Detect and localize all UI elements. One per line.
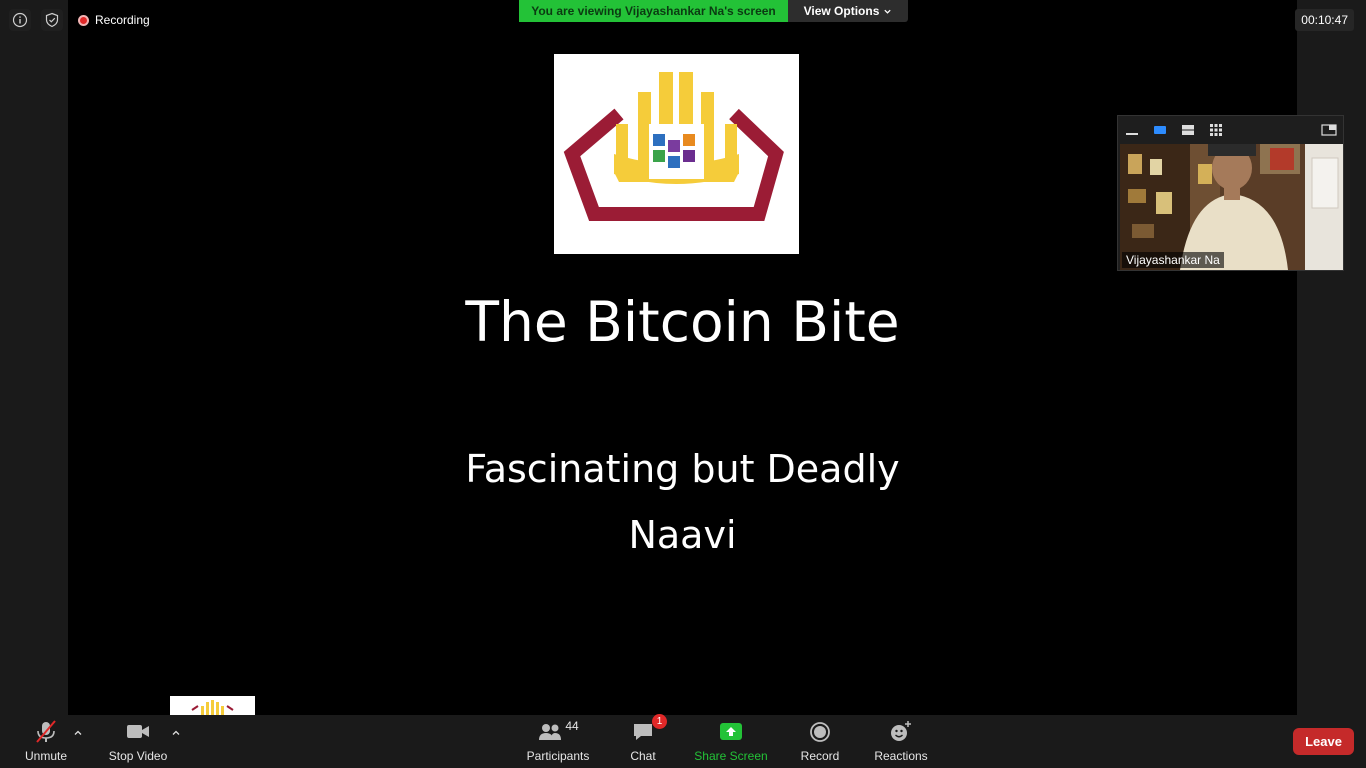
- minimize-icon: [1126, 132, 1138, 135]
- chat-label: Chat: [630, 749, 656, 763]
- video-options-caret[interactable]: [171, 725, 181, 735]
- exit-pip-button[interactable]: [1321, 122, 1337, 138]
- participant-name-label: Vijayashankar Na: [1122, 252, 1224, 268]
- participants-icon: [539, 724, 562, 740]
- audio-options-caret[interactable]: [73, 725, 83, 735]
- info-icon: [12, 12, 28, 28]
- gallery-view-button[interactable]: [1208, 122, 1224, 138]
- video-camera-icon: [127, 725, 149, 738]
- stop-video-label: Stop Video: [108, 749, 168, 763]
- share-screen-label: Share Screen: [694, 749, 768, 763]
- meeting-toolbar: Unmute Stop Video 44 Participants 1 Chat…: [0, 714, 1366, 768]
- record-button[interactable]: Record: [799, 720, 841, 766]
- stacked-view-button[interactable]: [1180, 122, 1196, 138]
- meeting-timer: 00:10:47: [1295, 9, 1354, 31]
- smiley-plus-icon: [891, 721, 911, 741]
- view-options-label: View Options: [803, 4, 880, 18]
- participants-count: 44: [565, 719, 579, 733]
- shared-screen-view: The Bitcoin Bite Fascinating but Deadly …: [68, 0, 1297, 715]
- chevron-up-icon: [74, 730, 82, 735]
- recording-dot-icon: [78, 14, 89, 26]
- chevron-up-icon: [172, 730, 180, 735]
- stop-video-button[interactable]: Stop Video: [106, 720, 170, 766]
- view-options-button[interactable]: View Options: [788, 0, 908, 22]
- viewing-banner: You are viewing Vijayashankar Na's scree…: [519, 0, 908, 22]
- participants-label: Participants: [526, 749, 590, 763]
- single-view-icon: [1154, 125, 1166, 134]
- slide-subtitle: Fascinating but Deadly: [465, 447, 900, 491]
- presentation-thumbnail: [170, 696, 255, 715]
- video-thumbnail-panel: Vijayashankar Na: [1117, 115, 1344, 271]
- unmute-button[interactable]: Unmute: [20, 720, 72, 766]
- recording-label: Recording: [95, 13, 150, 27]
- chat-button[interactable]: 1 Chat: [626, 714, 667, 766]
- recording-indicator[interactable]: Recording: [78, 12, 150, 28]
- share-screen-icon: [720, 723, 742, 740]
- active-speaker-view-button[interactable]: [1152, 122, 1168, 138]
- viewing-banner-text: You are viewing Vijayashankar Na's scree…: [519, 0, 788, 22]
- reactions-button[interactable]: Reactions: [872, 720, 930, 766]
- chevron-down-icon: [884, 9, 892, 14]
- picture-in-picture-icon: [1321, 123, 1337, 136]
- presentation-logo: [554, 54, 799, 254]
- reactions-label: Reactions: [874, 749, 928, 763]
- minimize-video-button[interactable]: [1124, 122, 1140, 138]
- participants-button[interactable]: 44 Participants: [524, 719, 592, 766]
- shield-icon: [45, 12, 59, 28]
- record-label: Record: [800, 749, 840, 763]
- slide-author: Naavi: [628, 513, 737, 557]
- share-screen-button[interactable]: Share Screen: [692, 720, 770, 766]
- chat-unread-badge: 1: [652, 714, 667, 729]
- stacked-view-icon: [1182, 124, 1194, 135]
- muted-mic-icon: [36, 720, 56, 743]
- participant-video[interactable]: Vijayashankar Na: [1120, 144, 1343, 270]
- leave-meeting-button[interactable]: Leave: [1293, 728, 1354, 755]
- meeting-info-button[interactable]: [9, 9, 31, 31]
- unmute-label: Unmute: [24, 749, 68, 763]
- grid-icon: [1210, 123, 1222, 136]
- slide-title: The Bitcoin Bite: [465, 290, 900, 354]
- record-icon: [810, 722, 830, 742]
- security-button[interactable]: [41, 9, 63, 31]
- zoom-meeting-window: The Bitcoin Bite Fascinating but Deadly …: [0, 0, 1366, 768]
- video-panel-toolbar: [1118, 116, 1343, 143]
